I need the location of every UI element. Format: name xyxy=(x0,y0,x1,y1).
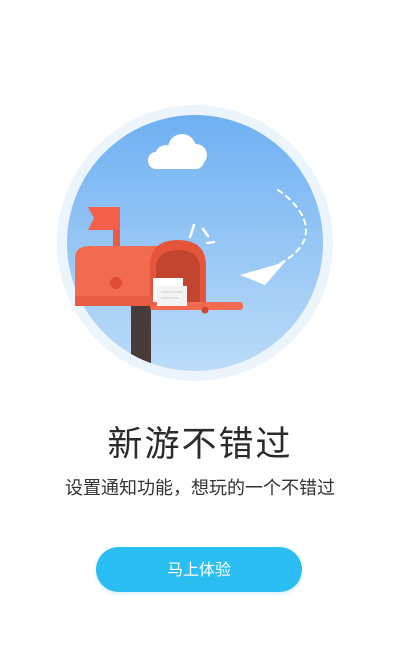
try-now-button[interactable]: 马上体验 xyxy=(96,547,302,592)
page-subtitle: 设置通知功能，想玩的一个不错过 xyxy=(65,478,335,499)
letter-icon xyxy=(153,278,187,306)
page-title: 新游不错过 xyxy=(107,425,293,465)
mailbox-illustration xyxy=(57,105,333,381)
mailbox-post xyxy=(131,306,151,371)
